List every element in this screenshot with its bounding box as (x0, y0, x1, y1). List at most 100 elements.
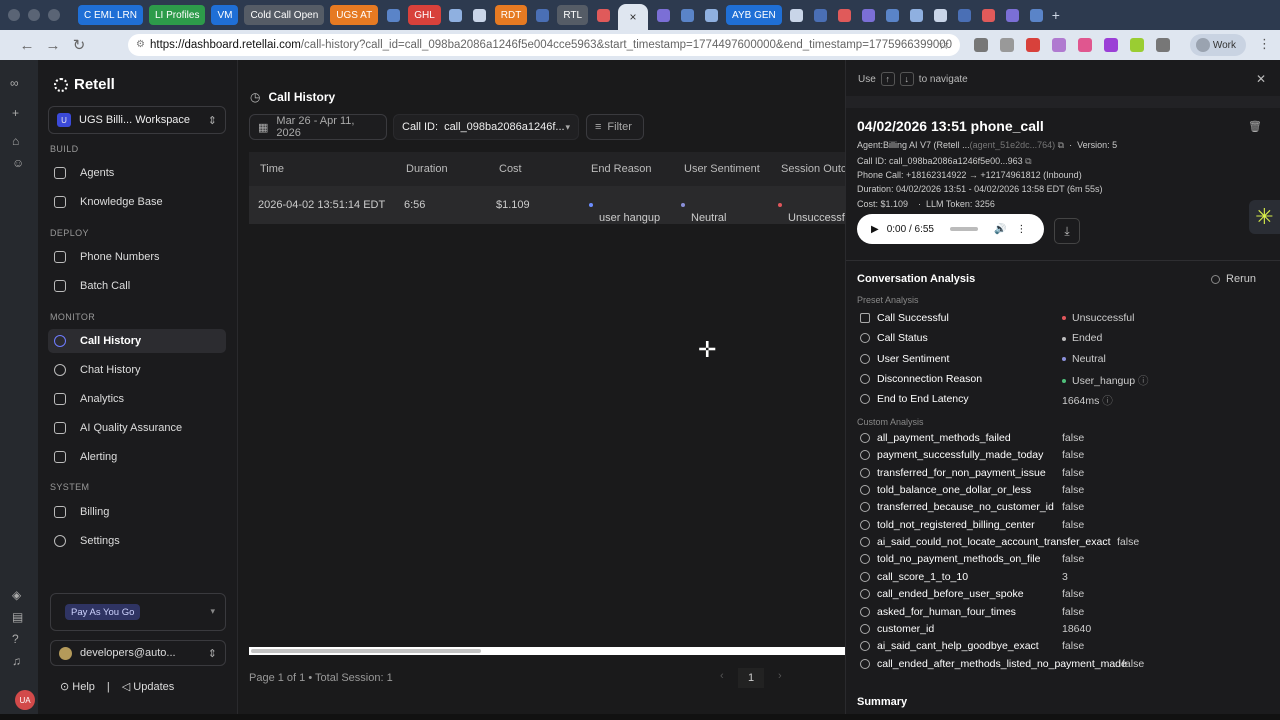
audio-progress-slider[interactable] (949, 227, 978, 231)
extension-icon[interactable] (1052, 38, 1066, 52)
browser-tab[interactable]: UGS AT (330, 5, 379, 25)
sidebar-item-analytics[interactable]: Analytics (48, 387, 226, 411)
chart-icon[interactable]: ▤ (12, 610, 23, 624)
audio-player[interactable]: ▶ 0:00 / 6:55 🔊 ⋮ (857, 214, 1044, 244)
browser-tab[interactable] (812, 5, 830, 25)
browser-tab[interactable]: AYB GEN (726, 5, 782, 25)
browser-tab[interactable] (1004, 5, 1022, 25)
column-header-time[interactable]: Time (260, 163, 284, 175)
browser-tab[interactable] (1028, 5, 1046, 25)
browser-menu-icon[interactable]: ⋮ (1258, 36, 1271, 52)
minimize-window-button[interactable] (28, 9, 40, 21)
browser-tab[interactable] (884, 5, 902, 25)
browser-tab[interactable]: LI Profiles (148, 5, 206, 25)
extension-icon[interactable] (1026, 38, 1040, 52)
extension-icon[interactable] (1104, 38, 1118, 52)
next-page-icon[interactable]: › (778, 670, 782, 682)
sidebar-item-ai-quality-assurance[interactable]: AI Quality Assurance (48, 416, 226, 440)
column-header-end-reason[interactable]: End Reason (591, 163, 652, 175)
site-info-icon[interactable]: ⚙ (136, 39, 145, 50)
add-icon[interactable]: + (12, 106, 19, 120)
browser-tab[interactable] (788, 5, 806, 25)
home-icon[interactable]: ⌂ (12, 134, 19, 148)
plan-card[interactable]: Pay As You Go ▾ (50, 593, 226, 631)
browser-tab[interactable] (654, 5, 672, 25)
workspace-selector[interactable]: U UGS Billi... Workspace ⇕ (48, 106, 226, 134)
scrollbar-thumb[interactable] (251, 649, 481, 653)
sidebar-item-knowledge-base[interactable]: Knowledge Base (48, 190, 226, 214)
cube-icon[interactable]: ◈ (12, 588, 21, 602)
info-icon[interactable]: ⓘ (1135, 375, 1149, 387)
prev-page-icon[interactable]: ‹ (720, 670, 724, 682)
sidebar-item-settings[interactable]: Settings (48, 529, 226, 553)
browser-tab[interactable] (702, 5, 720, 25)
maximize-window-button[interactable] (48, 9, 60, 21)
browser-tab[interactable]: C EML LRN (78, 5, 143, 25)
puzzle-icon[interactable] (1156, 38, 1170, 52)
reload-icon[interactable]: ↻ (66, 36, 92, 54)
call-id-filter[interactable]: Call ID: call_098ba2086a1246f... ▾ (393, 114, 579, 140)
extension-icon[interactable] (1078, 38, 1092, 52)
browser-tab[interactable] (932, 5, 950, 25)
close-window-button[interactable] (8, 9, 20, 21)
profile-button[interactable]: Work (1190, 34, 1246, 56)
download-icon[interactable]: ⤓ (1054, 218, 1080, 244)
updates-link[interactable]: ◁ Updates (122, 680, 175, 693)
bookmark-star-icon[interactable]: ☆ (938, 37, 950, 53)
help-link[interactable]: ⊙ Help (60, 680, 95, 693)
browser-tab[interactable] (860, 5, 878, 25)
date-range-picker[interactable]: ▦ Mar 26 - Apr 11, 2026 (249, 114, 387, 140)
info-icon[interactable]: ⓘ (1099, 395, 1113, 407)
browser-tab[interactable] (384, 5, 402, 25)
browser-tab[interactable] (956, 5, 974, 25)
sidebar-item-agents[interactable]: Agents (48, 161, 226, 185)
column-header-user-sentiment[interactable]: User Sentiment (684, 163, 760, 175)
rerun-button[interactable]: Rerun (1211, 273, 1256, 285)
browser-tab[interactable] (836, 5, 854, 25)
browser-tab[interactable]: GHL (408, 5, 441, 25)
network-icon[interactable]: ∞ (10, 76, 19, 90)
back-arrow-icon[interactable]: ← (14, 37, 40, 54)
browser-tab[interactable]: RDT (494, 5, 528, 25)
retell-logo[interactable]: Retell (54, 76, 115, 93)
horizontal-scrollbar[interactable] (249, 647, 845, 655)
sidebar-item-alerting[interactable]: Alerting (48, 445, 226, 469)
copy-icon[interactable]: ⧉ (1025, 156, 1031, 166)
browser-tab[interactable] (533, 5, 551, 25)
forward-arrow-icon[interactable]: → (40, 37, 66, 54)
sidebar-item-batch-call[interactable]: Batch Call (48, 274, 226, 298)
filter-button[interactable]: ≡ Filter (586, 114, 644, 140)
browser-tab[interactable] (594, 5, 612, 25)
extension-icon[interactable] (1000, 38, 1014, 52)
column-header-session-outcome[interactable]: Session Outc (781, 163, 846, 175)
new-tab-button[interactable]: + (1052, 5, 1060, 25)
volume-icon[interactable]: 🔊 (994, 224, 1006, 235)
page-number-button[interactable]: 1 (738, 668, 764, 688)
browser-tab[interactable] (678, 5, 696, 25)
help-icon[interactable]: ? (12, 632, 19, 646)
sidebar-item-chat-history[interactable]: Chat History (48, 358, 226, 382)
table-row[interactable]: 2026-04-02 13:51:14 EDT 6:56 $1.109 user… (249, 186, 845, 224)
browser-tab[interactable] (447, 5, 465, 25)
extension-icon[interactable] (974, 38, 988, 52)
play-icon[interactable]: ▶ (871, 224, 879, 235)
extension-icon[interactable] (1130, 38, 1144, 52)
close-icon[interactable]: × (630, 10, 637, 24)
arrow-up-icon[interactable]: ↑ (880, 72, 895, 86)
copy-icon[interactable]: ⧉ (1058, 140, 1064, 150)
active-tab[interactable]: × (618, 4, 649, 30)
browser-tab[interactable] (471, 5, 489, 25)
bell-icon[interactable]: ♫ (12, 654, 21, 668)
browser-tab[interactable]: RTL (557, 5, 589, 25)
browser-tab[interactable]: VM (211, 5, 239, 25)
column-header-cost[interactable]: Cost (499, 163, 522, 175)
more-options-icon[interactable]: ⋮ (1016, 224, 1026, 235)
user-menu[interactable]: developers@auto... ⇕ (50, 640, 226, 666)
browser-tab[interactable]: Cold Call Open (244, 5, 325, 25)
avatar[interactable]: UA (15, 690, 35, 710)
column-header-duration[interactable]: Duration (406, 163, 448, 175)
close-icon[interactable]: ✕ (1256, 72, 1266, 86)
assistant-widget-icon[interactable]: ✳ (1249, 200, 1280, 234)
sidebar-item-call-history[interactable]: Call History (48, 329, 226, 353)
arrow-down-icon[interactable]: ↓ (899, 72, 914, 86)
